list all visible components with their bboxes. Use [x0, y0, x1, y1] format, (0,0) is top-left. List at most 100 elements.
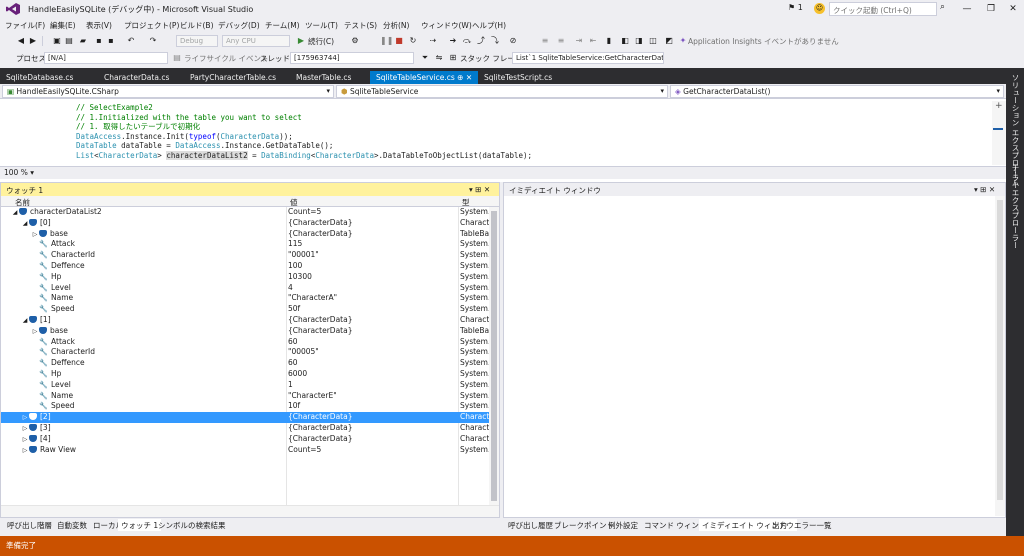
watch-row[interactable]: 🔧Name"CharacterA"System.S — [1, 293, 489, 304]
platform-dropdown[interactable]: Any CPU — [222, 35, 290, 47]
tab-symbol-search[interactable]: シンボルの検索結果 — [155, 519, 229, 531]
watch-cell-value[interactable]: Count=5 — [288, 207, 458, 218]
immediate-window[interactable]: イミディエイト ウィンドウ ▾ ⊞ ✕ — [503, 182, 1006, 518]
watch-cell-value[interactable]: "CharacterA" — [288, 293, 458, 304]
tab-master-table[interactable]: MasterTable.cs — [290, 71, 357, 84]
watch-row[interactable]: ▷[2]{CharacterData}Characte — [1, 412, 489, 423]
forward-icon[interactable]: ▶ — [28, 35, 38, 46]
type-dropdown[interactable]: ⬢ SqliteTableService ▾ — [336, 85, 668, 98]
watch-cell-value[interactable]: Count=5 — [288, 445, 458, 456]
watch-row[interactable]: 🔧Deffence60System.I — [1, 358, 489, 369]
attach-icon[interactable]: ⚙ — [350, 35, 360, 46]
immediate-window-buttons[interactable]: ▾ ⊞ ✕ — [974, 185, 995, 194]
watch-row[interactable]: ▷[4]{CharacterData}Characte — [1, 434, 489, 445]
new-item-icon[interactable]: ▤ — [64, 35, 74, 46]
new-project-icon[interactable]: ▣ — [52, 35, 62, 46]
watch-window-buttons[interactable]: ▾ ⊞ ✕ — [469, 185, 490, 194]
step-over-icon[interactable]: ⤼ — [462, 35, 472, 46]
watch-cell-value[interactable]: "00005" — [288, 347, 458, 358]
open-folder-icon[interactable]: ▰ — [78, 35, 88, 46]
watch-cell-value[interactable]: {CharacterData} — [288, 412, 458, 423]
process-dropdown[interactable]: [N/A] — [44, 52, 168, 64]
watch-row[interactable]: 🔧CharacterId"00005"System.S — [1, 347, 489, 358]
save-icon[interactable]: ▪ — [94, 35, 104, 46]
watch-row[interactable]: 🔧CharacterId"00001"System.S — [1, 250, 489, 261]
watch-row[interactable]: ▷ Raw View Count=5System.C — [1, 445, 489, 456]
save-all-icon[interactable]: ▪ — [106, 35, 116, 46]
menu-test[interactable]: テスト(S) — [344, 20, 377, 31]
watch-cell-value[interactable]: 10f — [288, 401, 458, 412]
step-out-icon[interactable]: ⤴ — [476, 35, 486, 46]
zoom-level-dropdown[interactable]: 100 % ▾ — [4, 168, 34, 177]
menu-file[interactable]: ファイル(F) — [5, 20, 45, 31]
watch-cell-value[interactable]: {CharacterData} — [288, 218, 458, 229]
watch-horizontal-scrollbar[interactable] — [1, 505, 499, 517]
bookmark-folder-icon[interactable]: ◫ — [648, 35, 658, 46]
watch-row[interactable]: ◢[1]{CharacterData}Characte — [1, 315, 489, 326]
maximize-button[interactable]: ❐ — [982, 2, 1000, 16]
immediate-scrollbar[interactable] — [995, 196, 1005, 516]
notification-flag[interactable]: ⚑ 1 — [788, 3, 803, 12]
stack-frame-dropdown[interactable]: List`1 SqliteTableService:GetCharacterDa… — [512, 52, 664, 64]
watch-cell-value[interactable]: {CharacterData} — [288, 229, 458, 240]
back-icon[interactable]: ◀ — [16, 35, 26, 46]
watch-cell-value[interactable]: 60 — [288, 337, 458, 348]
watch-cell-value[interactable]: 1 — [288, 380, 458, 391]
watch-cell-value[interactable]: {CharacterData} — [288, 423, 458, 434]
watch-cell-value[interactable]: {CharacterData} — [288, 326, 458, 337]
tab-exception-settings[interactable]: 例外設定 — [605, 519, 641, 531]
show-next-statement-icon[interactable]: ⇢ — [428, 35, 438, 46]
tab-error-list[interactable]: エラー一覧 — [791, 519, 835, 531]
watch-vertical-scrollbar[interactable] — [489, 207, 499, 507]
tab-character-data[interactable]: CharacterData.cs — [98, 71, 175, 84]
watch-cell-value[interactable]: 10300 — [288, 272, 458, 283]
watch-cell-value[interactable]: 6000 — [288, 369, 458, 380]
redo-icon[interactable]: ↷ — [148, 35, 158, 46]
tab-sqlite-test-script[interactable]: SqliteTestScript.cs — [478, 71, 558, 84]
team-explorer-tab[interactable]: チーム エクスプローラー — [1010, 164, 1021, 249]
code-editor[interactable]: ▣ HandleEasilySQLite.CSharp ▾ ⬢ SqliteTab… — [0, 84, 1006, 182]
feedback-smiley-icon[interactable]: ☺ — [814, 3, 825, 14]
watch-cell-value[interactable]: 100 — [288, 261, 458, 272]
watch-row[interactable]: 🔧Attack115System.I — [1, 239, 489, 250]
member-dropdown[interactable]: ◈ GetCharacterDataList() ▾ — [670, 85, 1004, 98]
clear-bookmarks-icon[interactable]: ◩ — [664, 35, 674, 46]
watch-cell-value[interactable]: 4 — [288, 283, 458, 294]
filter-icon[interactable]: ⏷ — [420, 52, 430, 63]
scroll-thumb[interactable] — [997, 200, 1003, 500]
tab-autos[interactable]: 自動変数 — [54, 519, 90, 531]
tab-sqlite-table-service[interactable]: SqliteTableService.cs ⊕ ✕ — [370, 71, 478, 84]
watch-cell-value[interactable]: 60 — [288, 358, 458, 369]
menu-help[interactable]: ヘルプ(H) — [472, 20, 506, 31]
tab-party-character-table[interactable]: PartyCharacterTable.cs — [184, 71, 282, 84]
expand-arrow-icon[interactable]: ▷ — [21, 446, 29, 457]
watch-row[interactable]: 🔧Deffence100System.I — [1, 261, 489, 272]
undo-icon[interactable]: ↶ — [126, 35, 136, 46]
watch-row[interactable]: ◢[0]{CharacterData}Characte — [1, 218, 489, 229]
continue-button[interactable]: 続行(C) — [308, 36, 334, 47]
tab-call-stack[interactable]: 呼び出し履歴 — [505, 519, 556, 531]
watch-row[interactable]: 🔧Hp6000System.I — [1, 369, 489, 380]
watch-row[interactable]: 🔧Level1System.I — [1, 380, 489, 391]
menu-view[interactable]: 表示(V) — [86, 20, 112, 31]
flag-thread-icon[interactable]: ⇋ — [434, 52, 444, 63]
restart-icon[interactable]: ↻ — [408, 35, 418, 46]
watch-row[interactable]: 🔧Hp10300System.I — [1, 272, 489, 283]
configuration-dropdown[interactable]: Debug — [176, 35, 218, 47]
step-into-icon[interactable]: ➔ — [448, 35, 458, 46]
watch-row[interactable]: 🔧Name"CharacterE"System.S — [1, 391, 489, 402]
tab-call-hierarchy[interactable]: 呼び出し階層 — [4, 519, 55, 531]
menu-team[interactable]: チーム(M) — [265, 20, 300, 31]
tab-output[interactable]: 出力 — [769, 519, 790, 531]
watch-row[interactable]: ▷[3]{CharacterData}Characte — [1, 423, 489, 434]
stop-debugging-icon[interactable]: ■ — [394, 35, 404, 46]
application-insights-status[interactable]: Application Insights イベントがありません — [688, 36, 839, 47]
menu-edit[interactable]: 編集(E) — [50, 20, 76, 31]
tab-close-icon[interactable]: ⊕ ✕ — [457, 73, 472, 82]
watch-cell-value[interactable]: {CharacterData} — [288, 434, 458, 445]
menu-window[interactable]: ウィンドウ(W) — [421, 20, 472, 31]
watch-row[interactable]: ▷base{CharacterData}TableBas — [1, 229, 489, 240]
next-bookmark-icon[interactable]: ◨ — [634, 35, 644, 46]
code-area[interactable]: // SelectExample2 // 1.Initialized with … — [0, 101, 992, 165]
watch-row[interactable]: 🔧Level4System.I — [1, 283, 489, 294]
